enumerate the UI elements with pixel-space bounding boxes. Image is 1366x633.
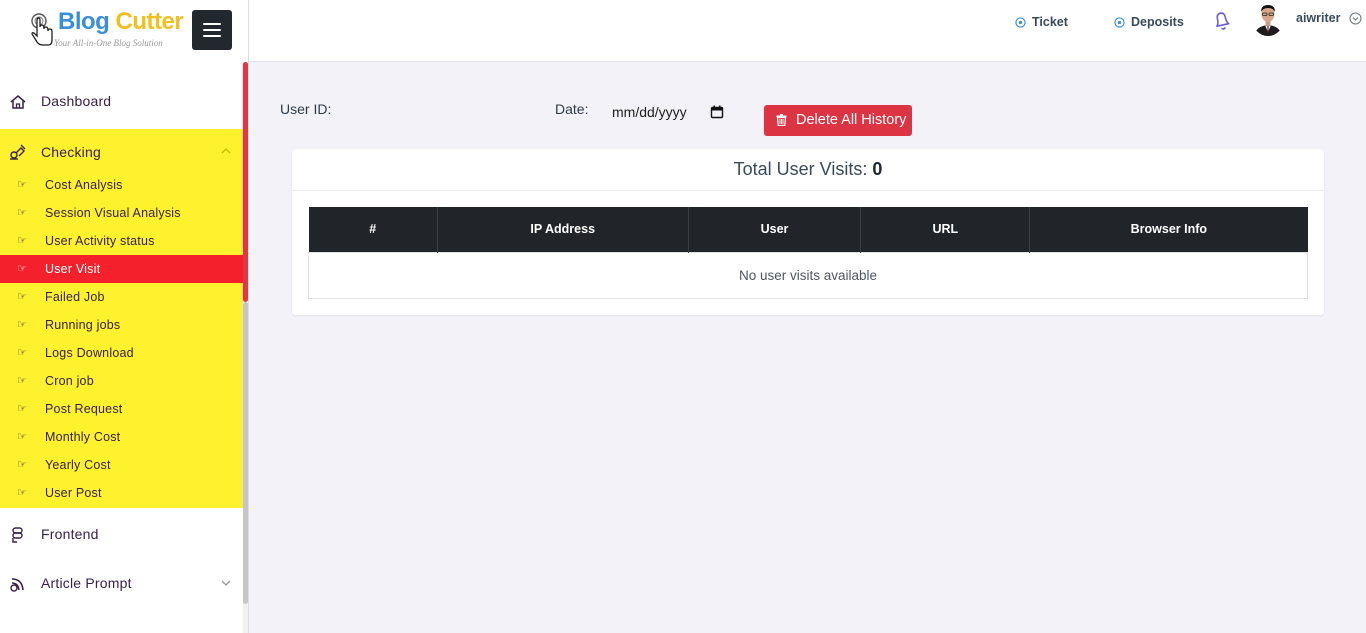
brand-tagline: Your All-in-One Blog Solution [54, 38, 163, 48]
hand-pointer-icon: ☞ [17, 459, 27, 471]
sidebar-scrollbar-thumb[interactable] [243, 62, 248, 302]
sidebar-scrollbar-lower [243, 302, 248, 604]
sidebar-subitem-post-request[interactable]: ☞ Post Request [0, 395, 243, 423]
user-visits-card: Total User Visits: 0 # IP Address User U… [292, 149, 1324, 315]
chevron-down-icon [221, 580, 231, 586]
hand-pointer-icon: ☞ [17, 487, 27, 499]
user-photo [1252, 2, 1284, 36]
user-visits-table: # IP Address User URL Browser Info No us… [308, 207, 1308, 299]
deposits-link[interactable]: Deposits [1114, 14, 1184, 30]
bell-icon[interactable] [1211, 9, 1233, 33]
sidebar-subitem-label: User Post [45, 486, 102, 500]
sidebar-subitem-logs-download[interactable]: ☞ Logs Download [0, 339, 243, 367]
sidebar-item-label: Checking [41, 144, 101, 160]
hamburger-line [203, 35, 221, 37]
sidebar-subitem-session-visual-analysis[interactable]: ☞ Session Visual Analysis [0, 199, 243, 227]
brand-logo[interactable]: Blog Cutter Your All-in-One Blog Solutio… [28, 8, 188, 52]
brand-name-part2: Cutter [115, 8, 184, 35]
ticket-icon [1015, 16, 1026, 28]
sidebar-subitem-cost-analysis[interactable]: ☞ Cost Analysis [0, 171, 243, 199]
date-label: Date: [555, 101, 589, 117]
brand-name: Blog Cutter [58, 8, 184, 36]
sidebar-subitem-label: User Activity status [45, 234, 155, 248]
column-header-user: User [688, 207, 862, 252]
sidebar-item-frontend[interactable]: Frontend [0, 511, 243, 557]
hand-pointer-icon: ☞ [17, 403, 27, 415]
deposits-icon [1114, 16, 1125, 28]
column-header-ip-address: IP Address [437, 207, 689, 252]
sidebar-subitem-label: Running jobs [45, 318, 121, 332]
hand-pointer-icon: ☞ [17, 291, 27, 303]
empty-table-message: No user visits available [308, 251, 1308, 299]
sidebar-item-article-prompt[interactable]: Article Prompt [0, 560, 243, 606]
menu-toggle-button[interactable] [192, 10, 232, 50]
sidebar-subitem-label: Yearly Cost [45, 458, 111, 472]
hand-pointer-icon: ☞ [17, 431, 27, 443]
card-header: Total User Visits: 0 [292, 149, 1324, 191]
sidebar-subitem-label: Monthly Cost [45, 430, 121, 444]
sidebar-subitem-label: Cron job [45, 374, 94, 388]
article-prompt-icon [10, 578, 24, 592]
hand-pointer-icon: ☞ [17, 235, 27, 247]
hamburger-line [203, 29, 221, 31]
sidebar-subitem-user-visit[interactable]: ☞ User Visit [0, 255, 243, 283]
sidebar-group-checking: Checking ☞ Cost Analysis ☞ Session Visua… [0, 129, 243, 508]
home-icon [10, 95, 26, 109]
sidebar-subitem-label: Cost Analysis [45, 178, 123, 192]
chevron-up-icon [221, 148, 231, 154]
chevron-down-icon[interactable] [1349, 12, 1362, 25]
checking-icon [10, 144, 26, 160]
sidebar-subitem-running-jobs[interactable]: ☞ Running jobs [0, 311, 243, 339]
table-header-row: # IP Address User URL Browser Info [308, 207, 1308, 252]
brand-name-part1: Blog [58, 8, 110, 35]
topbar: Ticket Deposits aiwriter [249, 0, 1366, 62]
total-user-visits-title: Total User Visits: 0 [292, 159, 1324, 180]
sidebar-subitem-label: User Visit [45, 262, 101, 276]
hand-pointer-icon: ☞ [17, 207, 27, 219]
hand-cursor-icon [31, 13, 53, 46]
calendar-icon[interactable] [710, 105, 724, 119]
column-header-browser-info: Browser Info [1029, 207, 1308, 252]
sidebar-subitem-yearly-cost[interactable]: ☞ Yearly Cost [0, 451, 243, 479]
hand-pointer-icon: ☞ [17, 263, 27, 275]
sidebar-item-label: Dashboard [41, 93, 112, 109]
user-id-label: User ID: [280, 101, 332, 117]
sidebar-subitem-label: Failed Job [45, 290, 105, 304]
hand-pointer-icon: ☞ [17, 375, 27, 387]
hand-pointer-icon: ☞ [17, 319, 27, 331]
sidebar-subitem-label: Logs Download [45, 346, 134, 360]
deposits-label: Deposits [1131, 15, 1184, 29]
logo-area: Blog Cutter Your All-in-One Blog Solutio… [0, 0, 248, 62]
sidebar-subitem-label: Session Visual Analysis [45, 206, 181, 220]
username[interactable]: aiwriter [1296, 11, 1340, 25]
column-header-url: URL [860, 207, 1031, 252]
hand-pointer-icon: ☞ [17, 179, 27, 191]
sidebar-subitem-failed-job[interactable]: ☞ Failed Job [0, 283, 243, 311]
trash-icon [776, 114, 787, 126]
ticket-link[interactable]: Ticket [1015, 14, 1068, 30]
frontend-icon [12, 527, 23, 543]
sidebar-item-dashboard[interactable]: Dashboard [0, 78, 243, 124]
sidebar-subitem-cron-job[interactable]: ☞ Cron job [0, 367, 243, 395]
table-row: No user visits available [308, 251, 1308, 299]
sidebar-subitem-user-post[interactable]: ☞ User Post [0, 479, 243, 507]
sidebar-subitem-monthly-cost[interactable]: ☞ Monthly Cost [0, 423, 243, 451]
avatar[interactable] [1252, 2, 1284, 36]
hamburger-line [203, 23, 221, 25]
column-header-index: # [308, 207, 438, 252]
sidebar-subitem-label: Post Request [45, 402, 123, 416]
ticket-label: Ticket [1032, 15, 1068, 29]
sidebar-subitem-user-activity-status[interactable]: ☞ User Activity status [0, 227, 243, 255]
delete-all-history-label: Delete All History [796, 112, 907, 128]
sidebar-item-checking[interactable]: Checking [0, 129, 243, 175]
delete-all-history-button[interactable]: Delete All History [764, 105, 912, 136]
hand-pointer-icon: ☞ [17, 347, 27, 359]
sidebar-item-label: Article Prompt [41, 575, 132, 591]
total-user-visits-label: Total User Visits: [733, 159, 868, 179]
sidebar: Blog Cutter Your All-in-One Blog Solutio… [0, 0, 249, 633]
total-user-visits-count: 0 [872, 159, 883, 179]
sidebar-item-label: Frontend [41, 526, 99, 542]
